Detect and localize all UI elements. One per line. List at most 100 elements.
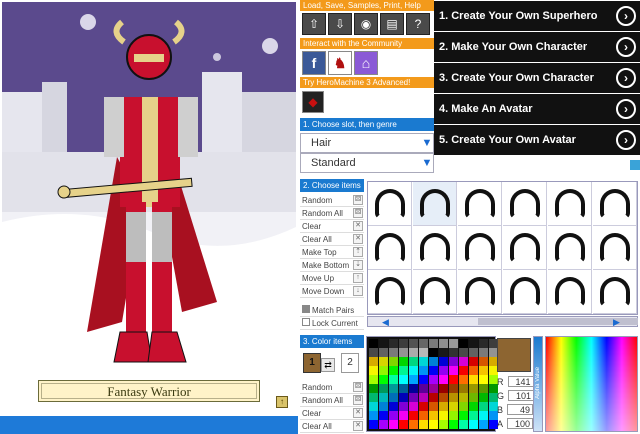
random-button[interactable]: Random ⚄ [300,194,364,207]
palette-swatch[interactable] [389,375,398,384]
palette-swatch[interactable] [439,411,448,420]
random-color-button[interactable]: Random ⚄ [300,381,364,394]
palette-swatch[interactable] [429,339,438,348]
palette-swatch[interactable] [389,366,398,375]
hair-item[interactable] [548,270,592,314]
palette-swatch[interactable] [379,411,388,420]
palette-swatch[interactable] [369,375,378,384]
palette-swatch[interactable] [459,402,468,411]
palette-swatch[interactable] [429,402,438,411]
palette-swatch[interactable] [399,366,408,375]
palette-swatch[interactable] [429,366,438,375]
palette-swatch[interactable] [369,384,378,393]
random-all-color-button[interactable]: Random All ⚄ [300,394,364,407]
palette-swatch[interactable] [389,393,398,402]
color-slot-2[interactable]: 2 [341,353,359,373]
palette-swatch[interactable] [469,375,478,384]
palette-swatch[interactable] [429,420,438,429]
palette-swatch[interactable] [419,375,428,384]
move-up-button[interactable]: Move Up ↑ [300,272,364,285]
slot-select[interactable]: Hair ▼ [300,133,434,153]
ad-item-2[interactable]: 2. Make Your Own Character › [434,32,640,62]
palette-swatch[interactable] [379,366,388,375]
palette-swatch[interactable] [479,357,488,366]
palette-swatch[interactable] [469,420,478,429]
palette-swatch[interactable] [479,420,488,429]
color-spectrum[interactable] [545,336,638,432]
palette-swatch[interactable] [409,420,418,429]
red-value[interactable]: 141 [507,376,534,387]
hair-item[interactable] [548,182,592,226]
palette-swatch[interactable] [399,339,408,348]
download-icon[interactable]: ⇩ [328,13,352,35]
hair-item[interactable] [458,270,502,314]
ad-item-1[interactable]: 1. Create Your Own Superhero › [434,1,640,31]
palette-swatch[interactable] [389,357,398,366]
color-slot-1[interactable]: 1 [303,353,321,373]
palette-swatch[interactable] [479,402,488,411]
palette-swatch[interactable] [449,384,458,393]
hair-item[interactable] [413,182,457,226]
genre-select[interactable]: Standard ▼ [300,153,434,173]
palette-swatch[interactable] [469,384,478,393]
palette-swatch[interactable] [419,402,428,411]
palette-swatch[interactable] [369,366,378,375]
palette-swatch[interactable] [419,339,428,348]
hair-item[interactable] [503,182,547,226]
palette-swatch[interactable] [419,366,428,375]
palette-swatch[interactable] [369,357,378,366]
make-top-button[interactable]: Make Top ⇡ [300,246,364,259]
dropdown-arrow-icon[interactable]: ▼ [421,154,433,172]
hair-item[interactable] [368,270,412,314]
palette-swatch[interactable] [429,348,438,357]
palette-swatch[interactable] [399,384,408,393]
palette-swatch[interactable] [459,357,468,366]
palette-swatch[interactable] [379,393,388,402]
palette-swatch[interactable] [389,348,398,357]
heromachine-icon[interactable]: ♞ [328,51,352,75]
palette-swatch[interactable] [439,366,448,375]
palette-swatch[interactable] [409,402,418,411]
palette-swatch[interactable] [389,411,398,420]
palette-swatch[interactable] [439,393,448,402]
swap-icon[interactable]: ⇄ [321,358,335,372]
palette-swatch[interactable] [459,420,468,429]
checkbox[interactable] [302,318,310,326]
hair-item[interactable] [593,182,637,226]
palette-swatch[interactable] [399,357,408,366]
advanced-app-icon[interactable]: ◆ [302,91,324,113]
ad-item-3[interactable]: 3. Create Your Own Character › [434,63,640,93]
clear-button[interactable]: Clear ✕ [300,220,364,233]
palette-swatch[interactable] [409,348,418,357]
hair-item[interactable] [503,270,547,314]
hair-item[interactable] [368,182,412,226]
lock-current-toggle[interactable]: Lock Current [300,317,364,330]
palette-swatch[interactable] [439,375,448,384]
palette-swatch[interactable] [429,384,438,393]
hair-item[interactable] [458,182,502,226]
palette-swatch[interactable] [429,411,438,420]
palette-swatch[interactable] [419,384,428,393]
palette-swatch[interactable] [399,393,408,402]
palette-swatch[interactable] [389,384,398,393]
clear-all-color-button[interactable]: Clear All ✕ [300,420,364,433]
move-down-button[interactable]: Move Down ↓ [300,285,364,298]
hair-item[interactable] [413,270,457,314]
palette-swatch[interactable] [449,420,458,429]
facebook-icon[interactable]: f [302,51,326,75]
scroll-left-icon[interactable]: ◀ [382,317,389,328]
palette-swatch[interactable] [399,420,408,429]
palette-swatch[interactable] [459,375,468,384]
palette-swatch[interactable] [479,393,488,402]
palette-swatch[interactable] [439,420,448,429]
palette-swatch[interactable] [379,348,388,357]
palette-swatch[interactable] [479,384,488,393]
palette-swatch[interactable] [469,393,478,402]
palette-swatch[interactable] [369,393,378,402]
palette-swatch[interactable] [409,393,418,402]
ad-item-4[interactable]: 4. Make An Avatar › [434,94,640,124]
green-value[interactable]: 101 [508,390,535,401]
palette-swatch[interactable] [439,357,448,366]
palette-swatch[interactable] [459,411,468,420]
palette-swatch[interactable] [429,357,438,366]
